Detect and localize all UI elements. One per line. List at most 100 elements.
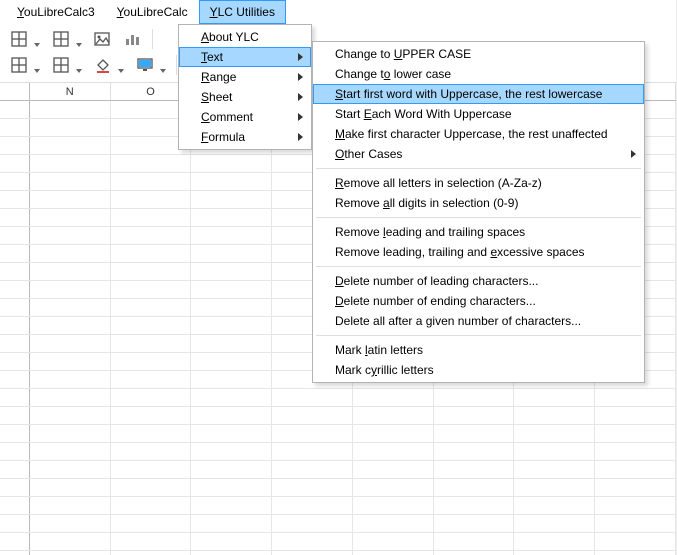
menu-item-delete-all-after-a-given-number-of-chara[interactable]: Delete all after a given number of chara… (313, 311, 644, 331)
cell[interactable] (30, 461, 111, 478)
row-header[interactable] (0, 119, 30, 136)
cell[interactable] (111, 173, 192, 190)
cell[interactable] (191, 551, 272, 555)
row-header[interactable] (0, 209, 30, 226)
cell[interactable] (111, 407, 192, 424)
cell[interactable] (595, 389, 676, 406)
cell[interactable] (30, 479, 111, 496)
border-style-icon[interactable] (48, 54, 84, 76)
cell[interactable] (30, 191, 111, 208)
cell[interactable] (272, 533, 353, 550)
cell[interactable] (191, 353, 272, 370)
row-header[interactable] (0, 353, 30, 370)
cell[interactable] (272, 425, 353, 442)
cell[interactable] (434, 533, 515, 550)
cell[interactable] (595, 407, 676, 424)
menu-item-about-ylc[interactable]: About YLC (179, 27, 311, 47)
cell[interactable] (191, 371, 272, 388)
insert-table-icon[interactable] (6, 28, 42, 50)
row-header[interactable] (0, 101, 30, 118)
menu-item-remove-all-digits-in-selection-0-9-[interactable]: Remove all digits in selection (0-9) (313, 193, 644, 213)
menu-item-text[interactable]: Text (179, 47, 311, 67)
cell[interactable] (30, 497, 111, 514)
cell[interactable] (514, 497, 595, 514)
row-header[interactable] (0, 137, 30, 154)
row-header[interactable] (0, 299, 30, 316)
row-header[interactable] (0, 227, 30, 244)
cell[interactable] (272, 497, 353, 514)
row-header[interactable] (0, 533, 30, 550)
menubar-item-ylc-utilities[interactable]: YLC Utilities (199, 0, 286, 24)
cell[interactable] (111, 389, 192, 406)
cell[interactable] (514, 551, 595, 555)
menu-item-change-to-upper-case[interactable]: Change to UPPER CASE (313, 44, 644, 64)
cell[interactable] (353, 443, 434, 460)
cell[interactable] (595, 551, 676, 555)
cell[interactable] (111, 191, 192, 208)
cell[interactable] (111, 479, 192, 496)
cell[interactable] (191, 497, 272, 514)
cell[interactable] (595, 461, 676, 478)
cell[interactable] (514, 389, 595, 406)
cell[interactable] (111, 335, 192, 352)
cell[interactable] (30, 173, 111, 190)
row-header[interactable] (0, 263, 30, 280)
cell[interactable] (30, 353, 111, 370)
cell[interactable] (434, 425, 515, 442)
cell[interactable] (30, 425, 111, 442)
cell[interactable] (191, 281, 272, 298)
cell[interactable] (111, 515, 192, 532)
cell[interactable] (434, 461, 515, 478)
cell[interactable] (30, 515, 111, 532)
cell[interactable] (191, 389, 272, 406)
cell[interactable] (191, 173, 272, 190)
borders-icon[interactable] (6, 54, 42, 76)
cell[interactable] (514, 515, 595, 532)
cell[interactable] (514, 479, 595, 496)
cell[interactable] (30, 263, 111, 280)
cell[interactable] (191, 191, 272, 208)
row-header[interactable] (0, 425, 30, 442)
cell[interactable] (514, 443, 595, 460)
cell[interactable] (353, 533, 434, 550)
menu-item-start-each-word-with-uppercase[interactable]: Start Each Word With Uppercase (313, 104, 644, 124)
menu-item-remove-all-letters-in-selection-a-za-z-[interactable]: Remove all letters in selection (A-Za-z) (313, 173, 644, 193)
cell[interactable] (353, 461, 434, 478)
row-header[interactable] (0, 551, 30, 555)
cell[interactable] (30, 245, 111, 262)
cell[interactable] (353, 389, 434, 406)
pivot-table-icon[interactable] (48, 28, 84, 50)
menu-item-remove-leading-trailing-and-excessive-sp[interactable]: Remove leading, trailing and excessive s… (313, 242, 644, 262)
row-header[interactable] (0, 317, 30, 334)
cell[interactable] (30, 101, 111, 118)
row-header[interactable] (0, 335, 30, 352)
menu-item-delete-number-of-leading-characters-[interactable]: Delete number of leading characters... (313, 271, 644, 291)
cell[interactable] (111, 461, 192, 478)
menu-item-comment[interactable]: Comment (179, 107, 311, 127)
cell[interactable] (30, 443, 111, 460)
row-header[interactable] (0, 389, 30, 406)
cell[interactable] (30, 137, 111, 154)
row-header[interactable] (0, 443, 30, 460)
cell[interactable] (111, 497, 192, 514)
cell[interactable] (272, 461, 353, 478)
cell[interactable] (353, 497, 434, 514)
menu-item-other-cases[interactable]: Other Cases (313, 144, 644, 164)
row-header[interactable] (0, 281, 30, 298)
row-header[interactable] (0, 479, 30, 496)
row-header[interactable] (0, 191, 30, 208)
cell[interactable] (111, 263, 192, 280)
cell[interactable] (30, 119, 111, 136)
menu-item-delete-number-of-ending-characters-[interactable]: Delete number of ending characters... (313, 291, 644, 311)
cell[interactable] (30, 317, 111, 334)
cell[interactable] (434, 551, 515, 555)
cell[interactable] (434, 443, 515, 460)
cell[interactable] (272, 479, 353, 496)
cell[interactable] (30, 551, 111, 555)
cell[interactable] (353, 407, 434, 424)
menu-item-sheet[interactable]: Sheet (179, 87, 311, 107)
cell[interactable] (111, 155, 192, 172)
menu-item-formula[interactable]: Formula (179, 127, 311, 147)
cell[interactable] (111, 281, 192, 298)
menubar-item-youlibrecalc3[interactable]: YouLibreCalc3 (6, 0, 106, 24)
